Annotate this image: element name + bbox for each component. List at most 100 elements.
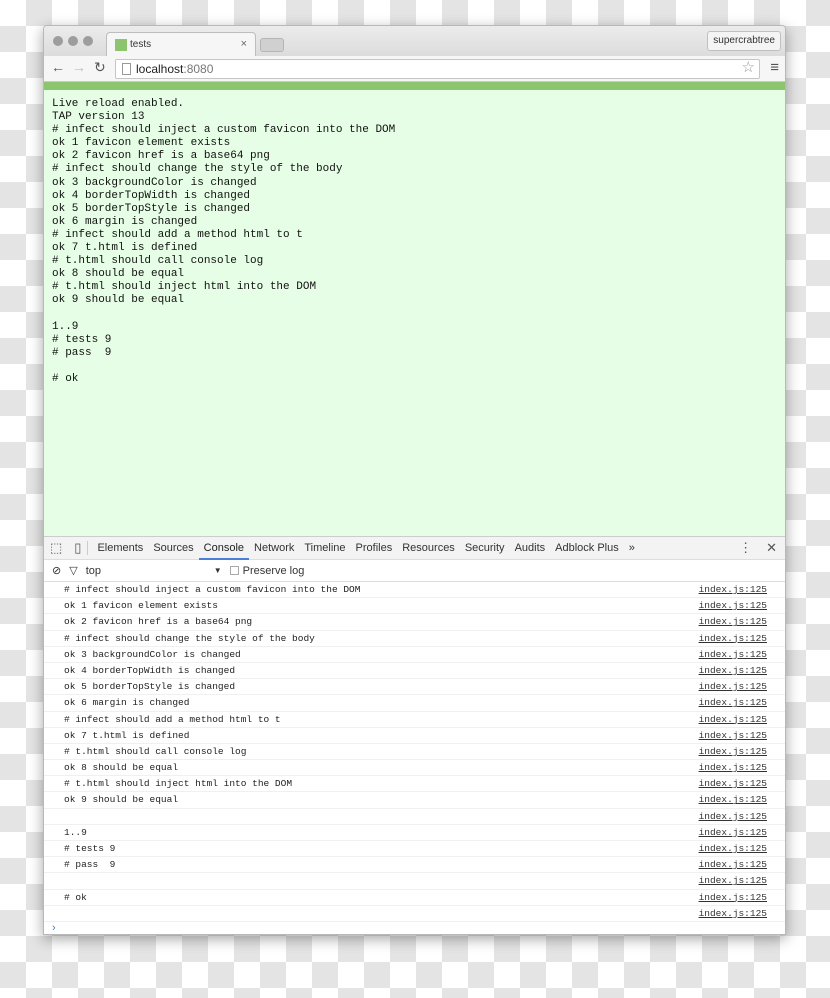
browser-window: tests × supercrabtree ← → ↻ localhost:80… bbox=[43, 25, 786, 935]
console-row: # t.html should inject html into the DOM… bbox=[44, 776, 785, 793]
clear-console-icon[interactable]: ⊘ bbox=[52, 564, 61, 577]
back-arrow-icon[interactable]: ← bbox=[51, 59, 65, 75]
context-select[interactable]: top bbox=[86, 565, 206, 577]
device-mode-icon[interactable]: ▯ bbox=[68, 540, 87, 556]
new-tab-button[interactable] bbox=[260, 38, 284, 52]
source-link[interactable]: index.js:125 bbox=[699, 712, 767, 727]
tab-tests[interactable]: tests × bbox=[106, 32, 256, 56]
title-bar: tests × supercrabtree bbox=[44, 26, 785, 56]
close-tab-icon[interactable]: × bbox=[241, 38, 247, 50]
url-port: :8080 bbox=[183, 62, 214, 76]
console-row: 1..9 index.js:125 bbox=[44, 825, 785, 841]
tab-security[interactable]: Security bbox=[460, 537, 510, 560]
reload-icon[interactable]: ↻ bbox=[94, 59, 106, 76]
source-link[interactable]: index.js:125 bbox=[699, 857, 767, 872]
divider bbox=[87, 541, 89, 555]
message-text: ok 4 borderTopWidth is changed bbox=[64, 664, 236, 676]
page-content: Live reload enabled. TAP version 13 # infe… bbox=[44, 90, 785, 536]
console-row: ok 5 borderTopStyle is changed index.js:1… bbox=[44, 679, 785, 696]
close-window-button[interactable] bbox=[53, 36, 63, 46]
message-text: ok 6 margin is changed bbox=[64, 697, 190, 709]
zoom-window-button[interactable] bbox=[83, 36, 93, 46]
profile-button[interactable]: supercrabtree bbox=[707, 31, 781, 51]
console-row: ok 3 backgroundColor is changed index.js:… bbox=[44, 647, 785, 663]
source-link[interactable]: index.js:125 bbox=[699, 841, 767, 856]
source-link[interactable]: index.js:125 bbox=[699, 728, 767, 743]
more-tabs-button[interactable]: » bbox=[624, 537, 640, 560]
checkbox-box[interactable] bbox=[229, 566, 239, 575]
preserve-log-checkbox[interactable]: Preserve log bbox=[229, 565, 304, 577]
forward-arrow-icon[interactable]: → bbox=[72, 59, 86, 75]
message-text: ok 1 favicon element exists bbox=[64, 600, 218, 612]
dropdown-arrow-icon[interactable]: ▼ bbox=[214, 566, 222, 575]
message-text: # infect should change the style of the … bbox=[64, 632, 315, 644]
message-text: ok 8 should be equal bbox=[64, 762, 179, 774]
output-line: ok 8 should be equal bbox=[52, 268, 185, 281]
message-text: # tests 9 bbox=[64, 843, 116, 854]
inspect-icon[interactable]: ⬚ bbox=[44, 540, 68, 556]
source-link[interactable]: index.js:125 bbox=[699, 809, 767, 824]
source-link[interactable]: index.js:125 bbox=[699, 792, 767, 807]
output-line: # infect should change the style of the … bbox=[52, 163, 343, 176]
message-text: # ok bbox=[64, 891, 87, 903]
address-bar[interactable]: localhost:8080 ☆ bbox=[115, 59, 760, 79]
source-link[interactable]: index.js:125 bbox=[699, 890, 767, 905]
source-link[interactable]: index.js:125 bbox=[699, 906, 767, 921]
minimize-window-button[interactable] bbox=[68, 36, 78, 46]
message-text: 1..9 bbox=[64, 826, 87, 838]
output-line: TAP version 13 bbox=[52, 111, 145, 124]
message-text: ok 7 t.html is defined bbox=[64, 729, 190, 741]
source-link[interactable]: index.js:125 bbox=[699, 825, 767, 840]
tab-adblock-plus[interactable]: Adblock Plus bbox=[550, 537, 624, 560]
tab-network[interactable]: Network bbox=[249, 537, 299, 560]
source-link[interactable]: index.js:125 bbox=[699, 744, 767, 759]
more-options-icon[interactable]: ⋮ bbox=[739, 540, 752, 556]
source-link[interactable]: index.js:125 bbox=[699, 873, 767, 888]
message-text: # infect should inject a custom favicon … bbox=[64, 584, 361, 595]
menu-icon[interactable]: ≡ bbox=[770, 59, 779, 76]
output-line: # t.html should call console log bbox=[52, 255, 264, 268]
tab-profiles[interactable]: Profiles bbox=[351, 537, 398, 560]
console-row: ok 9 should be equal index.js:125 bbox=[44, 792, 785, 809]
tab-timeline[interactable]: Timeline bbox=[299, 537, 350, 560]
console-messages: # infect should inject a custom favicon … bbox=[44, 582, 785, 922]
source-link[interactable]: index.js:125 bbox=[699, 582, 767, 597]
source-link[interactable]: index.js:125 bbox=[699, 679, 767, 694]
tab-sources[interactable]: Sources bbox=[148, 537, 198, 560]
source-link[interactable]: index.js:125 bbox=[699, 631, 767, 646]
console-row: ok 6 margin is changed index.js:125 bbox=[44, 695, 785, 712]
tab-resources[interactable]: Resources bbox=[397, 537, 460, 560]
output-line: # t.html should inject html into the DOM bbox=[52, 281, 317, 294]
console-filter-bar: ⊘ ▽ top ▼ Preserve log bbox=[44, 560, 785, 582]
source-link[interactable]: index.js:125 bbox=[699, 695, 767, 710]
output-line: # infect should inject a custom favicon … bbox=[52, 124, 396, 137]
output-line: ok 5 borderTopStyle is changed bbox=[52, 202, 251, 215]
console-row: # infect should inject a custom favicon … bbox=[44, 582, 785, 599]
console-prompt[interactable]: › bbox=[44, 922, 785, 934]
close-devtools-icon[interactable]: ✕ bbox=[766, 540, 777, 556]
source-link[interactable]: index.js:125 bbox=[699, 647, 767, 662]
tab-elements[interactable]: Elements bbox=[92, 537, 148, 560]
console-row: # tests 9 index.js:125 bbox=[44, 841, 785, 858]
message-text: ok 5 borderTopStyle is changed bbox=[64, 681, 236, 693]
console-row: index.js:125 bbox=[44, 809, 785, 825]
tab-audits[interactable]: Audits bbox=[510, 537, 551, 560]
console-row: # infect should change the style of the … bbox=[44, 631, 785, 647]
tab-console[interactable]: Console bbox=[198, 537, 250, 560]
source-link[interactable]: index.js:125 bbox=[699, 614, 767, 629]
message-text: # t.html should inject html into the DOM bbox=[64, 778, 293, 790]
console-row: ok 8 should be equal index.js:125 bbox=[44, 760, 785, 777]
favicon-icon bbox=[115, 38, 127, 51]
source-link[interactable]: index.js:125 bbox=[699, 663, 767, 678]
source-link[interactable]: index.js:125 bbox=[699, 598, 767, 613]
output-line: Live reload enabled. bbox=[52, 98, 185, 110]
output-line: ok 9 should be equal bbox=[52, 294, 185, 307]
source-link[interactable]: index.js:125 bbox=[699, 776, 767, 791]
console-row: # ok index.js:125 bbox=[44, 890, 785, 906]
source-link[interactable]: index.js:125 bbox=[699, 760, 767, 775]
output-line: ok 2 favicon href is a base64 png bbox=[52, 150, 270, 163]
bookmark-star-icon[interactable]: ☆ bbox=[742, 59, 755, 77]
filter-icon[interactable]: ▽ bbox=[69, 564, 77, 577]
